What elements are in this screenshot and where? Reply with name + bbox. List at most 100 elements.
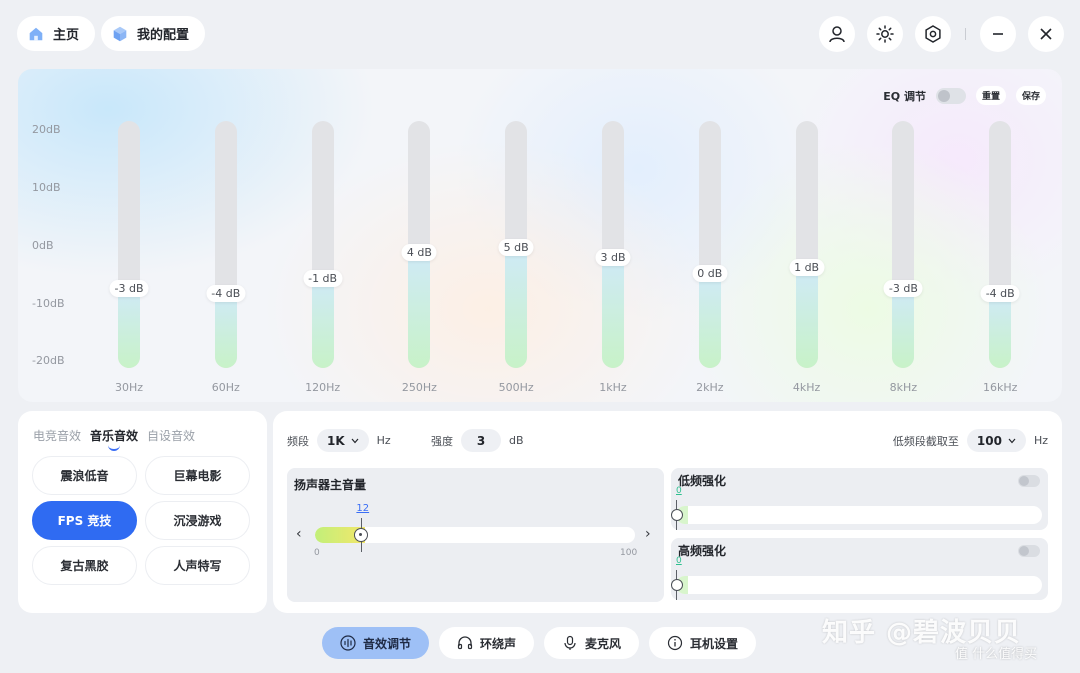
eq-band-fill [892, 290, 915, 368]
strength-input[interactable]: 3 [461, 429, 501, 452]
eq-panel: EQ 调节 重置 保存 20dB 10dB 0dB -10dB -20dB -3… [18, 69, 1062, 402]
eq-band-fill [698, 274, 721, 368]
eq-band-slider[interactable] [892, 121, 915, 368]
speaker-volume-title: 扬声器主音量 [294, 478, 367, 492]
eq-band-slider[interactable] [311, 121, 334, 368]
eq-band-fill [505, 248, 528, 368]
treble-boost-thumb[interactable] [671, 579, 683, 591]
y-tick-label: 10dB [32, 181, 61, 194]
control-panel: 频段 1K Hz 强度 3 dB 低频段截取至 100 Hz 扬声器主音量 ‹ … [273, 411, 1062, 613]
eq-toolbar: EQ 调节 重置 保存 [883, 86, 1046, 105]
info-icon [667, 635, 683, 651]
home-label: 主页 [53, 28, 80, 43]
eq-band-gain-label[interactable]: -3 dB [109, 280, 149, 298]
cube-icon [113, 26, 127, 41]
eq-band-frequency-label: 60Hz [211, 381, 240, 394]
eq-band-fill [118, 290, 140, 368]
speaker-volume-max: 100 [620, 548, 638, 558]
eq-band-slider[interactable] [795, 121, 818, 368]
eq-band-slider[interactable] [698, 121, 721, 368]
eq-band-slider[interactable] [118, 121, 140, 368]
lowcut-select[interactable]: 100 [966, 429, 1026, 452]
preset-button[interactable]: 复古黑胶 [32, 546, 137, 585]
eq-band-slider[interactable] [214, 121, 237, 368]
brightness-icon [876, 25, 894, 43]
lowcut-value: 100 [976, 433, 1002, 448]
user-button[interactable] [819, 16, 855, 52]
tab-music[interactable]: 音乐音效 [90, 427, 138, 444]
toolbar-separator [965, 28, 966, 40]
band-unit: Hz [376, 434, 391, 447]
bass-boost-toggle[interactable] [1018, 475, 1040, 487]
eq-band-slider[interactable] [602, 121, 624, 368]
band-select[interactable]: 1K [317, 429, 369, 452]
tab-headset-settings[interactable]: 耳机设置 [649, 627, 757, 659]
bass-boost-track[interactable] [676, 506, 1042, 524]
eq-band-gain-label[interactable]: 4 dB [401, 243, 437, 261]
eq-band-frequency-label: 250Hz [401, 381, 437, 394]
eq-band-gain-label[interactable]: -3 dB [883, 280, 923, 298]
tab-sound-effects[interactable]: 音效调节 [322, 627, 430, 659]
tab-sound-effects-label: 音效调节 [363, 636, 412, 651]
sound-wave-icon [340, 635, 356, 651]
chevron-down-icon [1008, 438, 1016, 443]
preset-panel: 电竞音效 音乐音效 自设音效 震浪低音 巨幕电影 FPS 竞技 沉浸游戏 复古黑… [18, 411, 267, 613]
minimize-button[interactable] [980, 16, 1016, 52]
treble-boost-track[interactable] [676, 576, 1042, 594]
treble-boost-title: 高频强化 [678, 544, 727, 558]
bass-boost-box: 低频强化 0 [671, 468, 1048, 530]
bass-boost-thumb[interactable] [671, 509, 683, 521]
tab-esports[interactable]: 电竞音效 [33, 427, 81, 444]
preset-button[interactable]: 人声特写 [145, 546, 250, 585]
eq-band-gain-label[interactable]: -4 dB [206, 285, 246, 303]
preset-button[interactable]: 沉浸游戏 [145, 501, 250, 540]
eq-band-slider[interactable] [989, 121, 1012, 368]
speaker-volume-min: 0 [314, 548, 320, 558]
preset-grid: 震浪低音 巨幕电影 FPS 竞技 沉浸游戏 复古黑胶 人声特写 [32, 456, 250, 585]
y-tick-label: -10dB [32, 297, 65, 310]
tab-headset-settings-label: 耳机设置 [690, 636, 739, 651]
preset-button[interactable]: 震浪低音 [32, 456, 137, 495]
eq-band-gain-label[interactable]: -4 dB [980, 285, 1020, 303]
eq-band-frequency-label: 120Hz [305, 381, 341, 394]
eq-band-frequency-label: 4kHz [792, 381, 821, 394]
brightness-button[interactable] [867, 16, 903, 52]
headphones-icon [457, 636, 473, 650]
home-button[interactable]: 主页 [17, 16, 96, 51]
tab-surround[interactable]: 环绕声 [439, 627, 535, 659]
settings-icon [925, 25, 941, 43]
eq-band-fill [795, 269, 818, 368]
band-control: 频段 1K Hz [287, 429, 391, 452]
eq-toggle-label: EQ 调节 [883, 89, 926, 103]
lowcut-label: 低频段截取至 [892, 434, 959, 448]
my-config-button[interactable]: 我的配置 [101, 16, 206, 51]
app-window: 主页 我的配置 EQ 调节 重置 保存 20dB 10dB 0dB -10dB … [0, 0, 1080, 673]
close-button[interactable] [1028, 16, 1064, 52]
treble-boost-value: 0 [676, 556, 682, 566]
y-tick-label: -20dB [32, 354, 65, 367]
eq-band-gain-label[interactable]: -1 dB [303, 269, 343, 287]
settings-button[interactable] [915, 16, 951, 52]
bass-boost-title: 低频强化 [678, 474, 727, 488]
chevron-left-icon[interactable]: ‹ [296, 526, 302, 542]
preset-button-selected[interactable]: FPS 竞技 [32, 501, 137, 540]
eq-band-gain-label[interactable]: 3 dB [595, 248, 631, 266]
eq-band-gain-label[interactable]: 5 dB [498, 238, 534, 256]
eq-save-button[interactable]: 保存 [1015, 86, 1046, 105]
treble-boost-toggle[interactable] [1018, 545, 1040, 557]
top-nav: 主页 我的配置 [17, 16, 206, 51]
strength-label: 强度 [431, 434, 453, 448]
eq-band-gain-label[interactable]: 1 dB [789, 259, 825, 277]
treble-boost-box: 高频强化 0 [671, 538, 1048, 600]
eq-toggle[interactable] [935, 87, 966, 104]
eq-reset-button[interactable]: 重置 [975, 86, 1006, 105]
preset-button[interactable]: 巨幕电影 [145, 456, 250, 495]
eq-band-fill [311, 279, 334, 368]
tab-microphone[interactable]: 麦克风 [544, 627, 640, 659]
tab-microphone-label: 麦克风 [585, 636, 622, 651]
eq-band-frequency-label: 1kHz [599, 381, 627, 394]
eq-band-gain-label[interactable]: 0 dB [692, 264, 728, 282]
tab-custom[interactable]: 自设音效 [147, 427, 195, 444]
chevron-right-icon[interactable]: › [645, 526, 651, 542]
eq-band-fill [408, 253, 431, 368]
